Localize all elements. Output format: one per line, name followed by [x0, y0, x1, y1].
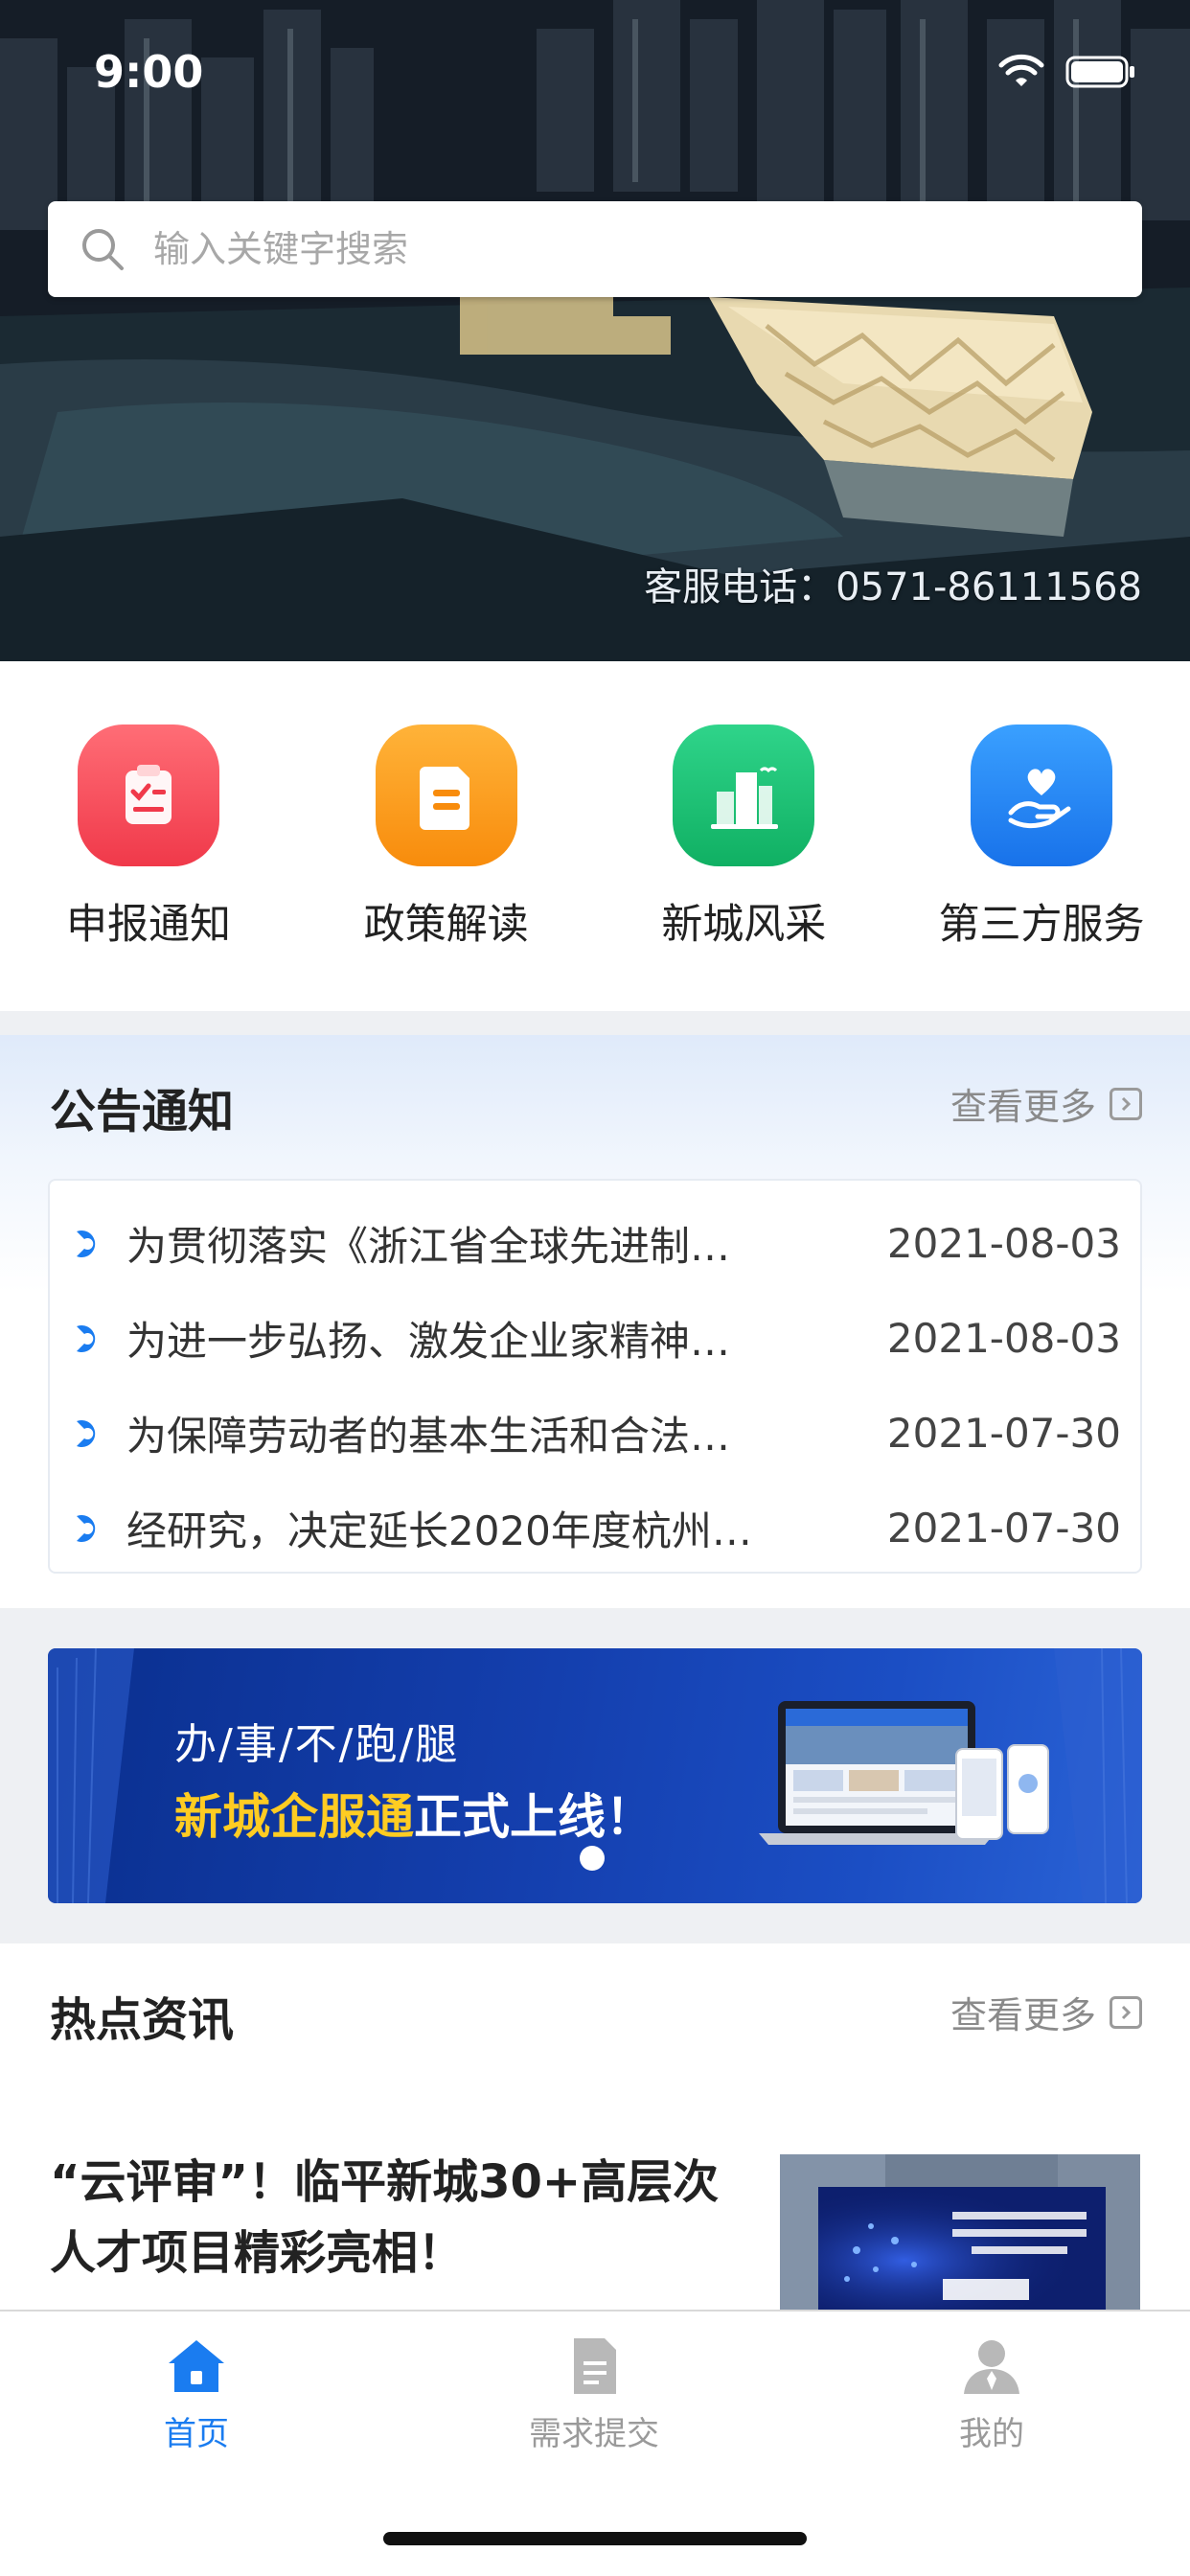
- document-icon: [574, 2338, 616, 2394]
- notice-item[interactable]: 经研究，决定延长2020年度杭州… 2021-07-30: [50, 1481, 1140, 1576]
- search-input[interactable]: [151, 227, 1018, 271]
- hero-banner: 9:00 客服电话：0571-86111568: [0, 0, 1190, 661]
- tab-home[interactable]: 首页: [101, 2334, 292, 2454]
- tab-request-submit[interactable]: 需求提交: [498, 2334, 690, 2454]
- bullet-icon: [77, 1324, 96, 1352]
- quick-nav-label: 第三方服务: [938, 901, 1145, 949]
- notice-item[interactable]: 为进一步弘扬、激发企业家精神… 2021-08-03: [50, 1291, 1140, 1386]
- notice-date: 2021-08-03: [886, 1315, 1121, 1362]
- tab-label: 需求提交: [529, 2415, 659, 2453]
- hotline-text[interactable]: 客服电话：0571-86111568: [644, 556, 1142, 611]
- quick-nav-third-party-service[interactable]: 第三方服务: [922, 661, 1161, 1011]
- more-label: 查看更多: [950, 1086, 1096, 1128]
- chevron-right-icon: [1110, 1087, 1142, 1120]
- tab-label: 我的: [959, 2415, 1024, 2453]
- hot-news-header: 热点资讯 查看更多: [0, 1944, 1190, 2072]
- news-title: “云评审”！临平新城30+高层次人才项目精彩亮相！: [50, 2155, 720, 2280]
- quick-nav-label: 政策解读: [363, 901, 529, 949]
- section-divider: [0, 1011, 1190, 1035]
- clipboard-icon: [78, 724, 219, 866]
- hot-news-more-link[interactable]: 查看更多: [950, 1986, 1142, 2038]
- notice-title: 为进一步弘扬、激发企业家精神…: [126, 1318, 731, 1365]
- status-icons: [998, 54, 1136, 90]
- tab-mine[interactable]: 我的: [896, 2334, 1087, 2454]
- battery-icon: [1065, 56, 1134, 88]
- carousel-indicator[interactable]: [580, 1846, 605, 1871]
- notice-date: 2021-08-03: [886, 1220, 1121, 1267]
- notices-title: 公告通知: [50, 1085, 235, 1138]
- notices-section: 公告通知 查看更多 为贯彻落实《浙江省全球先进制… 2021-08-03 为进一…: [0, 1035, 1190, 1608]
- more-label: 查看更多: [950, 1994, 1096, 2036]
- quick-nav-application-notice[interactable]: 申报通知: [29, 661, 268, 1011]
- notice-item[interactable]: 为保障劳动者的基本生活和合法… 2021-07-30: [50, 1386, 1140, 1481]
- notice-date: 2021-07-30: [886, 1410, 1121, 1457]
- chevron-right-icon: [1110, 1995, 1142, 2029]
- notice-title: 为贯彻落实《浙江省全球先进制…: [126, 1223, 731, 1270]
- tab-label: 首页: [164, 2415, 229, 2453]
- home-icon: [169, 2340, 224, 2392]
- notice-title: 经研究，决定延长2020年度杭州…: [126, 1507, 752, 1554]
- wifi-icon: [998, 54, 1044, 86]
- news-item[interactable]: “云评审”！临平新城30+高层次人才项目精彩亮相！: [0, 2070, 1190, 2310]
- bullet-icon: [77, 1514, 96, 1542]
- hot-news-title: 热点资讯: [50, 1993, 235, 2047]
- quick-nav-new-city-style[interactable]: 新城风采: [624, 661, 863, 1011]
- banner-tagline: 办/事/不/跑/腿: [174, 1720, 460, 1769]
- search-icon: [82, 229, 124, 270]
- notices-more-link[interactable]: 查看更多: [950, 1077, 1142, 1130]
- document-icon: [375, 724, 517, 866]
- quick-nav-policy-reading[interactable]: 政策解读: [327, 661, 566, 1011]
- banner-headline: 新城企服通正式上线！: [174, 1779, 653, 1848]
- bullet-icon: [77, 1230, 96, 1257]
- quick-nav-label: 申报通知: [66, 901, 231, 949]
- home-indicator[interactable]: [383, 2532, 807, 2545]
- city-icon: [673, 724, 815, 866]
- news-thumbnail: [780, 2154, 1140, 2310]
- search-bar[interactable]: [48, 201, 1142, 297]
- heart-hand-icon: [970, 724, 1112, 866]
- status-time: 9:00: [94, 46, 204, 98]
- banner-headline-rest: 正式上线！: [414, 1789, 653, 1845]
- promo-banner[interactable]: 办/事/不/跑/腿 新城企服通正式上线！: [48, 1648, 1142, 1903]
- quick-nav-label: 新城风采: [661, 901, 827, 949]
- notice-list: 为贯彻落实《浙江省全球先进制… 2021-08-03 为进一步弘扬、激发企业家精…: [48, 1179, 1142, 1574]
- notice-date: 2021-07-30: [886, 1505, 1121, 1552]
- bullet-icon: [77, 1419, 96, 1447]
- banner-headline-highlight: 新城企服通: [174, 1789, 414, 1845]
- user-icon: [964, 2340, 1019, 2394]
- devices-illustration: [759, 1701, 1049, 1845]
- notice-item[interactable]: 为贯彻落实《浙江省全球先进制… 2021-08-03: [50, 1196, 1140, 1291]
- quick-nav: 申报通知 政策解读 新城风采 第三方服务: [0, 661, 1190, 1011]
- notice-title: 为保障劳动者的基本生活和合法…: [126, 1413, 731, 1460]
